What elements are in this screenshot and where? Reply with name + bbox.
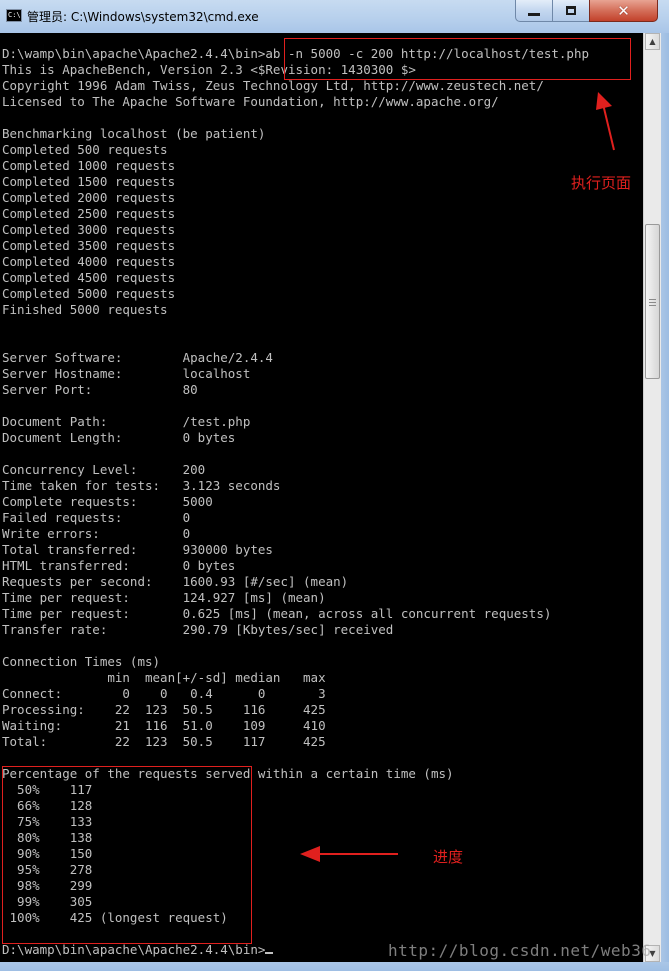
console-line: Server Hostname: localhost [2,366,251,381]
scroll-up-arrow-icon[interactable]: ▲ [645,33,660,50]
close-button[interactable]: ✕ [589,0,658,22]
watermark-text: http://blog.csdn.net/web36 [388,941,652,960]
maximize-icon [566,6,576,15]
console-line: Completed 1500 requests [2,174,176,189]
command-highlight-box [284,38,631,80]
console-line: Completed 3000 requests [2,222,176,237]
minimize-icon [528,13,540,16]
console-line: Completed 2500 requests [2,206,176,221]
console-line: Write errors: 0 [2,526,191,541]
percentile-annotation-label: 进度 [433,848,464,866]
title-bar[interactable]: C:\ 管理员: C:\Windows\system32\cmd.exe ✕ [0,0,669,33]
console-line: Time per request: 124.927 [ms] (mean) [2,590,326,605]
console-line: min mean[+/-sd] median max [2,670,326,685]
console-line: Time taken for tests: 3.123 seconds [2,478,281,493]
console-line: Failed requests: 0 [2,510,191,525]
scroll-thumb[interactable] [645,224,660,379]
console-line: Complete requests: 5000 [2,494,213,509]
vertical-scrollbar[interactable]: ▲ ▼ [643,33,661,962]
console-line: Connection Times (ms) [2,654,161,669]
console-line: Waiting: 21 116 51.0 109 410 [2,718,326,733]
thumb-grip [649,299,656,300]
console-line: Server Software: Apache/2.4.4 [2,350,273,365]
maximize-button[interactable] [552,0,590,22]
console-line: HTML transferred: 0 bytes [2,558,236,573]
console-line: Completed 4000 requests [2,254,176,269]
close-icon: ✕ [617,1,630,20]
console-line: Connect: 0 0 0.4 0 3 [2,686,326,701]
console-line: Licensed to The Apache Software Foundati… [2,94,499,109]
text-cursor [265,952,274,954]
console-line: Transfer rate: 290.79 [Kbytes/sec] recei… [2,622,394,637]
console-line: Requests per second: 1600.93 [#/sec] (me… [2,574,349,589]
console-line: Total: 22 123 50.5 117 425 [2,734,326,749]
console-line: Copyright 1996 Adam Twiss, Zeus Technolo… [2,78,544,93]
thumb-grip [649,302,656,303]
console-line: Completed 4500 requests [2,270,176,285]
console-line: Total transferred: 930000 bytes [2,542,273,557]
window-title: 管理员: C:\Windows\system32\cmd.exe [27,10,259,24]
window-right-border [661,33,669,962]
console-line: Concurrency Level: 200 [2,462,206,477]
console-line: Completed 2000 requests [2,190,176,205]
console-line: Time per request: 0.625 [ms] (mean, acro… [2,606,552,621]
thumb-grip [649,305,656,306]
console-line: Completed 5000 requests [2,286,176,301]
console-line: Document Length: 0 bytes [2,430,236,445]
console-line: Server Port: 80 [2,382,198,397]
cmd-app-icon[interactable]: C:\ [6,9,22,22]
console-line: Document Path: /test.php [2,414,251,429]
console-line: Processing: 22 123 50.5 116 425 [2,702,326,717]
command-annotation-label: 执行页面 [571,174,632,192]
window-bottom-border [0,962,669,971]
console-line: Benchmarking localhost (be patient) [2,126,266,141]
minimize-button[interactable] [515,0,553,22]
console-line: Completed 3500 requests [2,238,176,253]
console-line: Completed 1000 requests [2,158,176,173]
console-line: Completed 500 requests [2,142,168,157]
console-line: Finished 5000 requests [2,302,168,317]
percentile-highlight-box [2,766,252,944]
